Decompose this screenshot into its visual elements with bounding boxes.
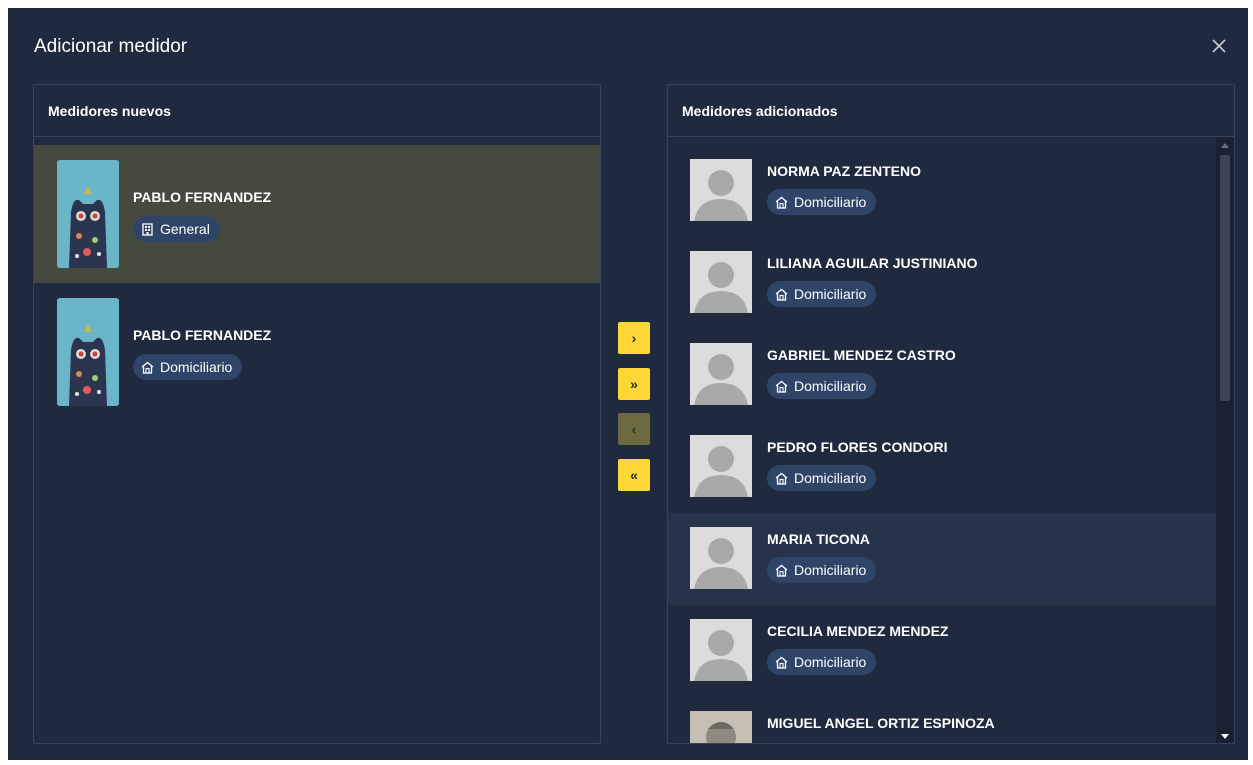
meter-type-label: General [160, 221, 210, 237]
home-icon [775, 472, 788, 485]
home-icon [775, 288, 788, 301]
move-selected-left-button[interactable]: ‹ [618, 413, 650, 445]
window-frame: Adicionar medidor Medidores nuevos PABLO… [0, 0, 1253, 765]
home-icon [775, 196, 788, 209]
added-meters-header: Medidores adicionados [668, 85, 1234, 137]
list-item[interactable]: GABRIEL MENDEZ CASTRO Domiciliario [668, 329, 1216, 421]
meter-type-label: Domiciliario [794, 470, 867, 486]
scroll-down-arrow-icon[interactable] [1216, 728, 1234, 743]
meter-type-label: Domiciliario [794, 654, 867, 670]
list-item[interactable]: MARIA TICONA Domiciliario [668, 513, 1216, 605]
avatar [690, 435, 752, 497]
added-meters-list: NORMA PAZ ZENTENO Domiciliario LILIANA A… [668, 137, 1234, 743]
meter-type-badge: Domiciliario [767, 189, 877, 215]
avatar [690, 527, 752, 589]
meter-type-badge: Domiciliario [133, 354, 243, 380]
meter-type-badge: General [133, 216, 220, 242]
list-item[interactable]: MIGUEL ANGEL ORTIZ ESPINOZA [668, 697, 1216, 743]
scroll-up-arrow-icon[interactable] [1216, 137, 1234, 153]
close-icon [1212, 39, 1226, 53]
added-meters-panel: Medidores adicionados NORMA PAZ ZENTENO … [667, 84, 1235, 744]
meter-type-label: Domiciliario [794, 286, 867, 302]
meter-type-badge: Domiciliario [767, 465, 877, 491]
list-item[interactable]: PABLO FERNANDEZ Domiciliario [34, 283, 600, 421]
chevron-left-icon: ‹ [631, 421, 637, 437]
new-meters-header: Medidores nuevos [34, 85, 600, 137]
chevron-right-icon: › [631, 330, 637, 346]
meter-thumbnail [57, 160, 119, 268]
meter-owner-name: PEDRO FLORES CONDORI [767, 439, 948, 455]
meter-owner-name: MIGUEL ANGEL ORTIZ ESPINOZA [767, 715, 995, 731]
meter-thumbnail [57, 298, 119, 406]
meter-owner-name: GABRIEL MENDEZ CASTRO [767, 347, 956, 363]
avatar [690, 159, 752, 221]
list-item[interactable]: NORMA PAZ ZENTENO Domiciliario [668, 145, 1216, 237]
meter-owner-name: PABLO FERNANDEZ [133, 327, 272, 343]
meter-type-badge: Domiciliario [767, 649, 877, 675]
meter-type-label: Domiciliario [794, 194, 867, 210]
meter-type-badge: Domiciliario [767, 557, 877, 583]
list-item[interactable]: PEDRO FLORES CONDORI Domiciliario [668, 421, 1216, 513]
meter-type-label: Domiciliario [160, 359, 233, 375]
avatar [690, 711, 752, 743]
move-selected-right-button[interactable]: › [618, 322, 650, 354]
avatar [690, 343, 752, 405]
list-item[interactable]: LILIANA AGUILAR JUSTINIANO Domiciliario [668, 237, 1216, 329]
avatar [690, 251, 752, 313]
meter-type-badge: Domiciliario [767, 281, 877, 307]
meter-owner-name: NORMA PAZ ZENTENO [767, 163, 921, 179]
home-icon [141, 361, 154, 374]
meter-type-label: Domiciliario [794, 562, 867, 578]
home-icon [775, 564, 788, 577]
new-meters-panel: Medidores nuevos PABLO FERNANDEZ General… [33, 84, 601, 744]
meter-type-label: Domiciliario [794, 378, 867, 394]
meter-owner-name: MARIA TICONA [767, 531, 870, 547]
meter-owner-name: CECILIA MENDEZ MENDEZ [767, 623, 949, 639]
scrollbar-thumb[interactable] [1220, 155, 1230, 401]
dialog-title: Adicionar medidor [34, 36, 188, 57]
scrollbar[interactable] [1216, 137, 1234, 743]
move-all-left-button[interactable]: « [618, 459, 650, 491]
building-icon [142, 222, 153, 236]
meter-owner-name: PABLO FERNANDEZ [133, 189, 272, 205]
meter-type-badge: Domiciliario [767, 373, 877, 399]
add-meter-dialog: Adicionar medidor Medidores nuevos PABLO… [8, 8, 1248, 760]
move-all-right-button[interactable]: » [618, 368, 650, 400]
list-item[interactable]: PABLO FERNANDEZ General [34, 145, 600, 283]
meter-owner-name: LILIANA AGUILAR JUSTINIANO [767, 255, 978, 271]
new-meters-list: PABLO FERNANDEZ General PABLO FERNANDEZ … [34, 137, 600, 421]
home-icon [775, 656, 788, 669]
home-icon [775, 380, 788, 393]
double-chevron-left-icon: « [630, 467, 638, 483]
close-button[interactable] [1205, 32, 1233, 60]
double-chevron-right-icon: » [630, 376, 638, 392]
list-item[interactable]: CECILIA MENDEZ MENDEZ Domiciliario [668, 605, 1216, 697]
avatar [690, 619, 752, 681]
